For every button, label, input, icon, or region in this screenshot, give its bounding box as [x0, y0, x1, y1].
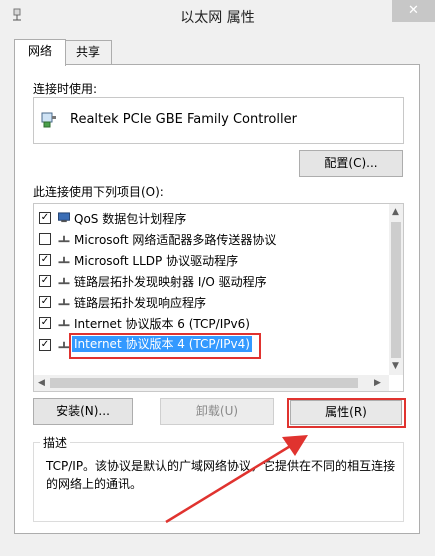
scroll-down-icon[interactable]: ▼ [392, 361, 399, 371]
item-label: QoS 数据包计划程序 [74, 212, 187, 226]
item-label: Internet 协议版本 6 (TCP/IPv6) [74, 317, 250, 331]
configure-button[interactable]: 配置(C)... [299, 150, 403, 177]
list-item-lltd-mapper[interactable]: ✓ 链路层拓扑发现映射器 I/O 驱动程序 [34, 270, 389, 291]
description-legend: 描述 [40, 434, 71, 451]
title-bar: 以太网 属性 ✕ [0, 0, 435, 31]
protocol-icon [58, 256, 70, 264]
checkbox[interactable]: ✓ [39, 212, 51, 224]
protocol-icon [58, 319, 70, 327]
vertical-scrollbar[interactable]: ▲ ▼ [389, 204, 403, 375]
checkbox[interactable]: ✓ [39, 254, 51, 266]
checkbox[interactable]: ✓ [39, 275, 51, 287]
horizontal-scrollbar[interactable]: ◀ ▶ [34, 375, 389, 391]
tab-network[interactable]: 网络 [14, 39, 66, 66]
window-title: 以太网 属性 [180, 10, 255, 26]
item-label: Microsoft 网络适配器多路传送器协议 [74, 233, 277, 247]
highlight-properties-box [287, 398, 406, 428]
checkbox[interactable] [39, 233, 51, 245]
list-item-qos[interactable]: ✓ QoS 数据包计划程序 [34, 207, 389, 228]
scroll-thumb[interactable] [50, 378, 358, 388]
description-text: TCP/IP。该协议是默认的广域网络协议，它提供在不同的相互连接的网络上的通讯。 [46, 459, 396, 491]
scroll-thumb[interactable] [391, 222, 401, 358]
list-item-multiplexor[interactable]: Microsoft 网络适配器多路传送器协议 [34, 228, 389, 249]
checkbox[interactable]: ✓ [39, 339, 51, 351]
item-label: 链路层拓扑发现映射器 I/O 驱动程序 [74, 275, 267, 289]
item-label: Microsoft LLDP 协议驱动程序 [74, 254, 239, 268]
items-list[interactable]: ✓ QoS 数据包计划程序 Microsoft 网络适配器多路传送器协议 ✓ M… [33, 203, 404, 392]
scroll-up-icon[interactable]: ▲ [392, 207, 399, 217]
highlight-ipv4-box [69, 333, 261, 359]
qos-icon [58, 212, 70, 223]
scroll-left-icon[interactable]: ◀ [38, 378, 45, 388]
protocol-icon [58, 277, 70, 285]
checkbox[interactable]: ✓ [39, 296, 51, 308]
adapter-box: Realtek PCIe GBE Family Controller [33, 97, 404, 144]
close-button[interactable]: ✕ [392, 0, 435, 22]
scroll-right-icon[interactable]: ▶ [374, 378, 381, 388]
install-button[interactable]: 安装(N)... [33, 398, 133, 425]
items-label: 此连接使用下列项目(O): [33, 185, 164, 199]
list-item-lltd-responder[interactable]: ✓ 链路层拓扑发现响应程序 [34, 291, 389, 312]
checkbox[interactable]: ✓ [39, 317, 51, 329]
adapter-name: Realtek PCIe GBE Family Controller [70, 112, 297, 127]
connect-using-label: 连接时使用: [33, 82, 98, 96]
description-group: 描述 TCP/IP。该协议是默认的广域网络协议，它提供在不同的相互连接的网络上的… [33, 434, 404, 522]
uninstall-button[interactable]: 卸载(U) [160, 398, 274, 425]
item-label: 链路层拓扑发现响应程序 [74, 296, 207, 310]
list-item-ipv6[interactable]: ✓ Internet 协议版本 6 (TCP/IPv6) [34, 312, 389, 333]
tab-sharing[interactable]: 共享 [64, 40, 112, 65]
list-item-lldp[interactable]: ✓ Microsoft LLDP 协议驱动程序 [34, 249, 389, 270]
protocol-icon [58, 298, 70, 306]
adapter-icon [41, 112, 56, 128]
protocol-icon [58, 235, 70, 243]
